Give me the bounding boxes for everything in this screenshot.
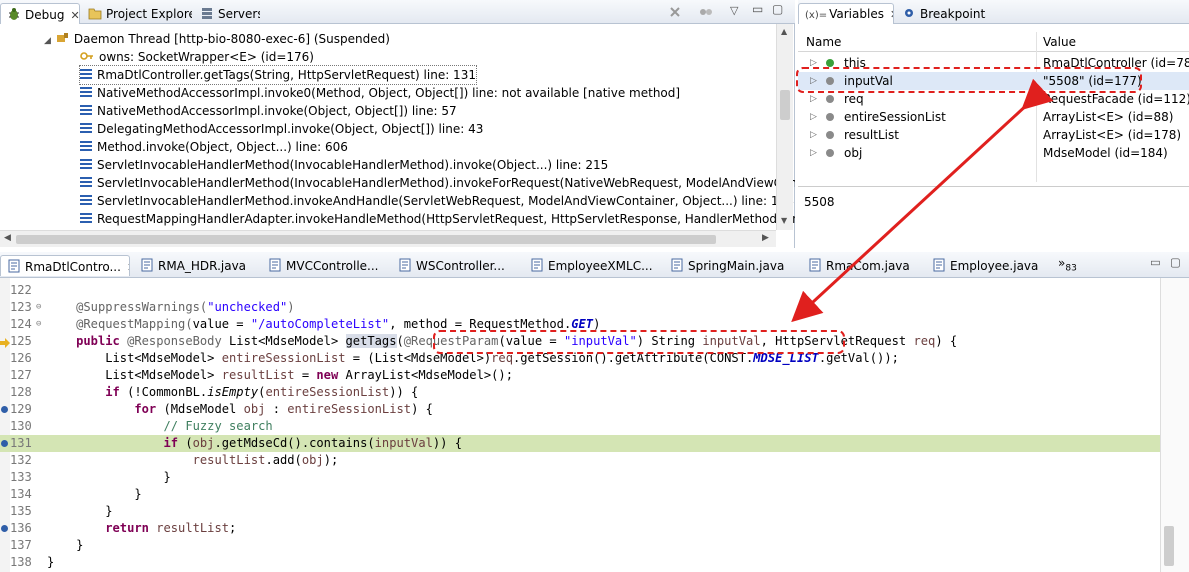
annotation-arrow xyxy=(791,78,1054,323)
